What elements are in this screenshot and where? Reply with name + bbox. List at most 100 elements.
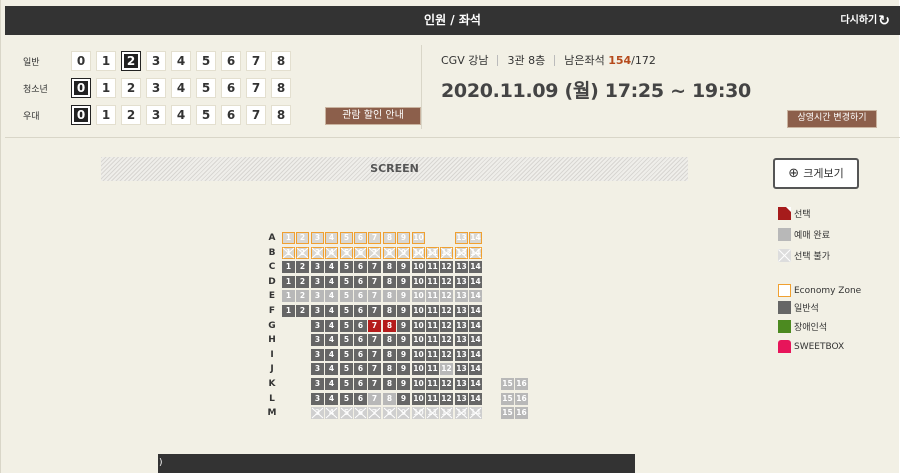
seat[interactable]: 8 (383, 232, 396, 244)
seat[interactable]: 10 (412, 334, 425, 346)
seat[interactable]: 3 (311, 276, 324, 288)
seat[interactable]: 8 (383, 261, 396, 273)
seat[interactable]: 12 (440, 276, 453, 288)
seat[interactable]: 6 (354, 232, 367, 244)
seat[interactable]: 14 (469, 334, 482, 346)
seat[interactable]: 3 (311, 261, 324, 273)
seat[interactable]: 4 (325, 305, 338, 317)
seat[interactable]: 14 (469, 276, 482, 288)
seat[interactable]: 3 (311, 305, 324, 317)
count-option[interactable]: 3 (146, 105, 166, 125)
seat[interactable]: 5 (340, 305, 353, 317)
seat[interactable]: 8 (383, 276, 396, 288)
seat[interactable]: 12 (440, 349, 453, 361)
seat[interactable]: 5 (340, 232, 353, 244)
seat[interactable]: 14 (469, 261, 482, 273)
seat[interactable]: 11 (426, 305, 439, 317)
seat[interactable]: 1 (282, 261, 295, 273)
seat[interactable]: 9 (397, 378, 410, 390)
seat[interactable]: 4 (325, 320, 338, 332)
seat[interactable]: 11 (426, 320, 439, 332)
count-option[interactable]: 0 (71, 51, 91, 71)
seat[interactable]: 14 (469, 363, 482, 375)
count-option[interactable]: 3 (146, 51, 166, 71)
seat[interactable]: 13 (455, 393, 468, 405)
seat[interactable]: 5 (340, 334, 353, 346)
seat[interactable]: 3 (311, 349, 324, 361)
seat[interactable]: 14 (469, 378, 482, 390)
seat[interactable]: 8 (383, 334, 396, 346)
seat[interactable]: 7 (368, 349, 381, 361)
count-option[interactable]: 0 (71, 105, 91, 125)
count-option[interactable]: 6 (221, 105, 241, 125)
seat[interactable]: 5 (340, 378, 353, 390)
seat[interactable]: 5 (340, 363, 353, 375)
seat[interactable]: 7 (368, 334, 381, 346)
seat[interactable]: 3 (311, 393, 324, 405)
seat[interactable]: 10 (412, 393, 425, 405)
seat[interactable]: 14 (469, 232, 482, 244)
count-option[interactable]: 1 (96, 105, 116, 125)
seat[interactable]: 1 (282, 232, 295, 244)
seat[interactable]: 4 (325, 334, 338, 346)
count-option[interactable]: 2 (121, 78, 141, 98)
seat[interactable]: 12 (440, 393, 453, 405)
count-option[interactable]: 4 (171, 51, 191, 71)
count-option[interactable]: 0 (71, 78, 91, 98)
seat[interactable]: 7 (368, 305, 381, 317)
count-option[interactable]: 1 (96, 78, 116, 98)
seat[interactable]: 4 (325, 261, 338, 273)
seat[interactable]: 11 (426, 349, 439, 361)
seat[interactable]: 9 (397, 349, 410, 361)
seat[interactable]: 1 (282, 276, 295, 288)
seat[interactable]: 13 (455, 305, 468, 317)
count-option[interactable]: 5 (196, 78, 216, 98)
zoom-button[interactable]: ⊕ 크게보기 (773, 158, 859, 189)
discount-info-button[interactable]: 관람 할인 안내 (325, 107, 421, 125)
count-option[interactable]: 7 (246, 78, 266, 98)
seat[interactable]: 12 (440, 334, 453, 346)
seat[interactable]: 12 (440, 378, 453, 390)
seat[interactable]: 9 (397, 305, 410, 317)
seat[interactable]: 5 (340, 261, 353, 273)
seat[interactable]: 7 (368, 261, 381, 273)
count-option[interactable]: 2 (121, 105, 141, 125)
seat[interactable]: 10 (412, 232, 425, 244)
seat[interactable]: 11 (426, 334, 439, 346)
count-option[interactable]: 7 (246, 105, 266, 125)
seat[interactable]: 9 (397, 334, 410, 346)
seat[interactable]: 6 (354, 393, 367, 405)
seat[interactable]: 14 (469, 305, 482, 317)
seat[interactable]: 8 (383, 349, 396, 361)
count-option[interactable]: 3 (146, 78, 166, 98)
count-option[interactable]: 2 (121, 51, 141, 71)
seat[interactable]: 13 (455, 261, 468, 273)
seat[interactable]: 9 (397, 232, 410, 244)
seat[interactable]: 14 (469, 393, 482, 405)
seat[interactable]: 5 (340, 320, 353, 332)
seat[interactable]: 13 (455, 349, 468, 361)
seat[interactable]: 9 (397, 363, 410, 375)
count-option[interactable]: 8 (271, 51, 291, 71)
seat[interactable]: 8 (383, 378, 396, 390)
seat[interactable]: 8 (383, 363, 396, 375)
seat[interactable]: 10 (412, 305, 425, 317)
seat[interactable]: 8 (383, 305, 396, 317)
seat[interactable]: 9 (397, 276, 410, 288)
seat[interactable]: 3 (311, 334, 324, 346)
seat[interactable]: 6 (354, 305, 367, 317)
seat[interactable]: 13 (455, 363, 468, 375)
seat[interactable]: 12 (440, 261, 453, 273)
seat[interactable]: 2 (296, 305, 309, 317)
count-option[interactable]: 8 (271, 105, 291, 125)
seat[interactable]: 9 (397, 393, 410, 405)
seat[interactable]: 7 (368, 276, 381, 288)
seat[interactable]: 3 (311, 378, 324, 390)
count-option[interactable]: 4 (171, 78, 191, 98)
count-option[interactable]: 8 (271, 78, 291, 98)
seat[interactable]: 3 (311, 363, 324, 375)
count-option[interactable]: 1 (96, 51, 116, 71)
count-option[interactable]: 4 (171, 105, 191, 125)
seat[interactable]: 2 (296, 276, 309, 288)
seat[interactable]: 11 (426, 276, 439, 288)
